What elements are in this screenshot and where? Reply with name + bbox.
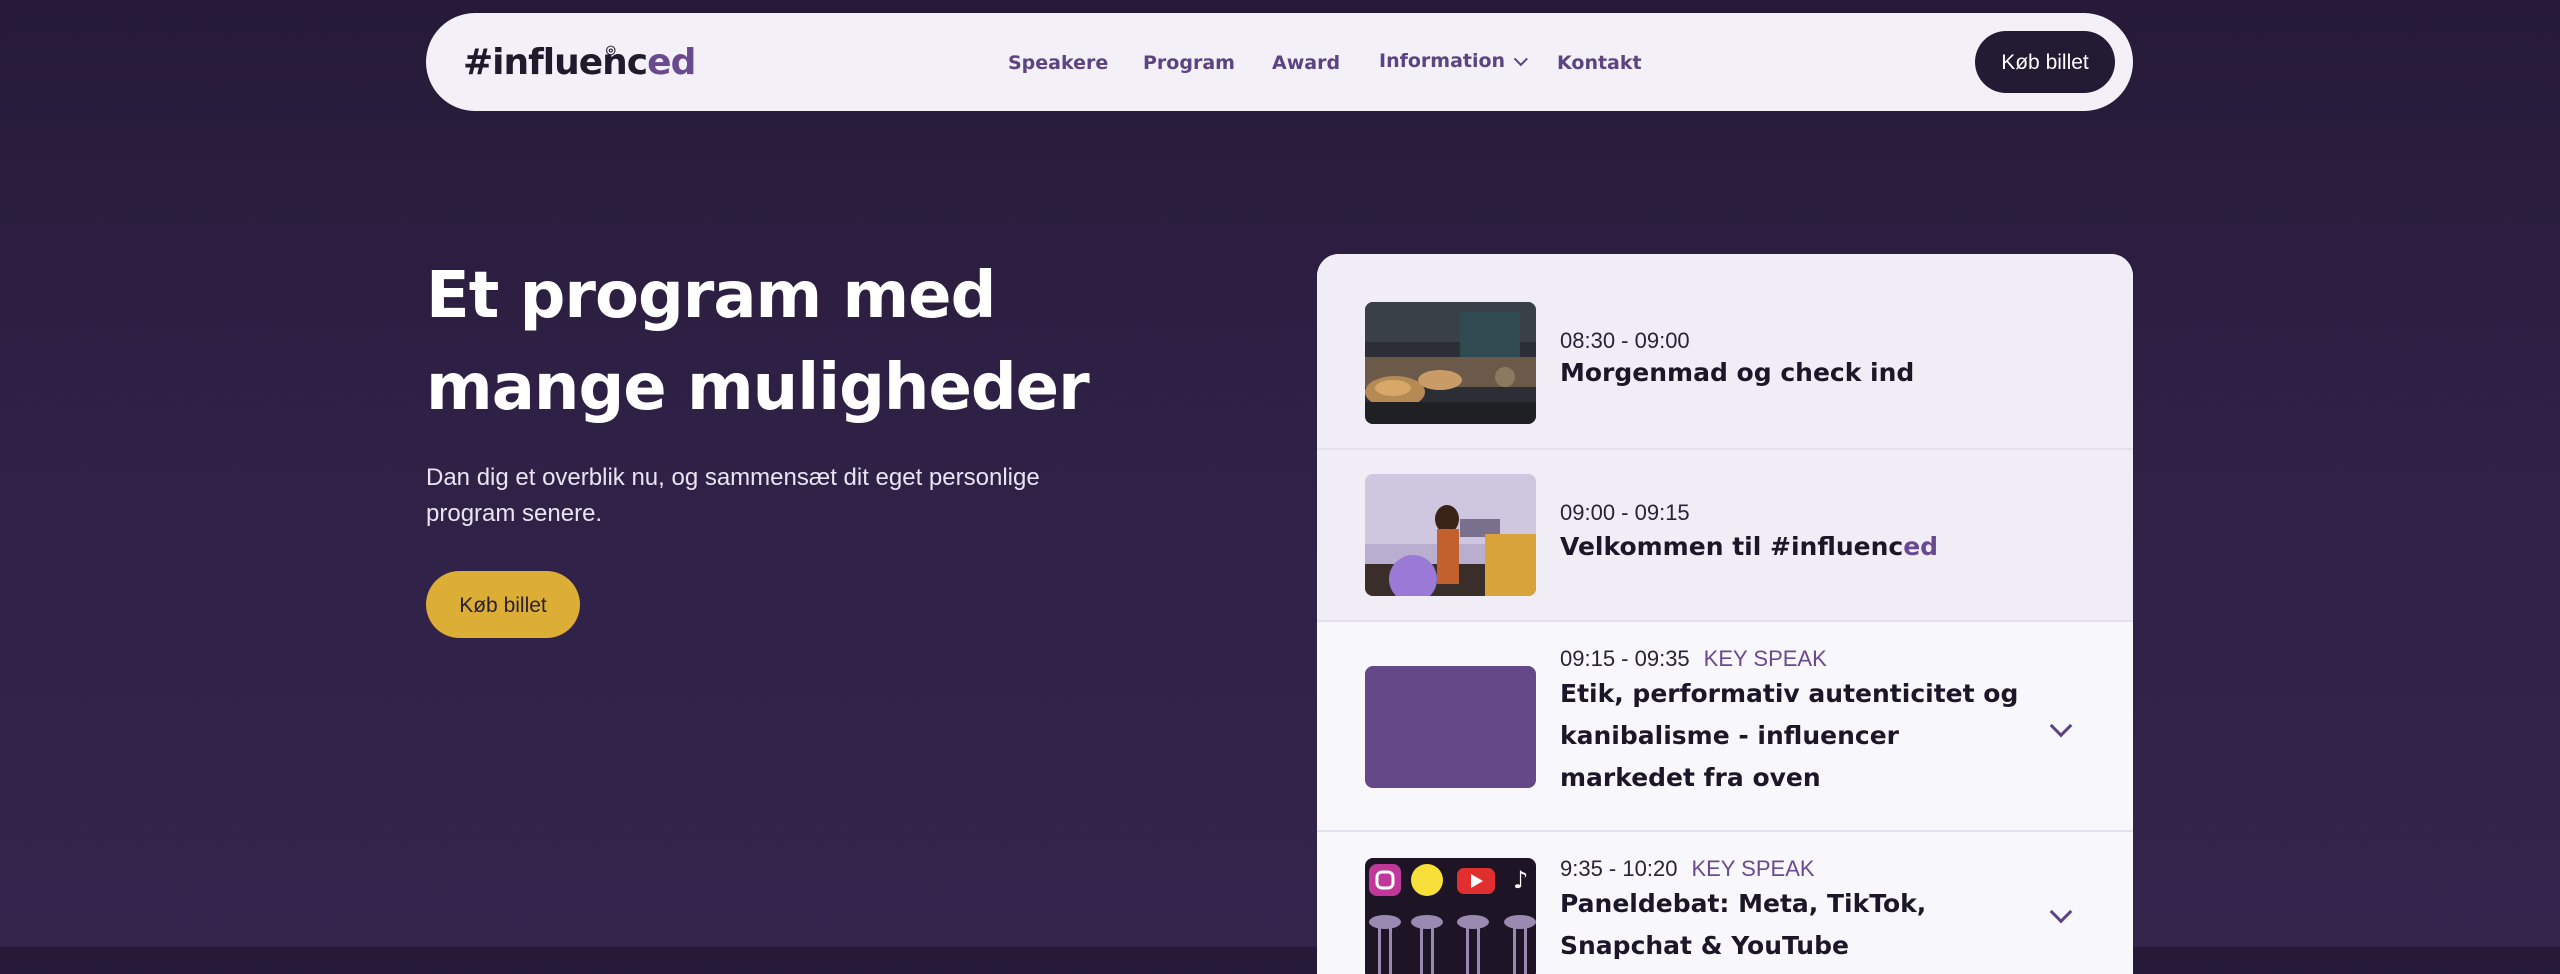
speaker-placeholder-image bbox=[1365, 666, 1536, 788]
svg-text:♪: ♪ bbox=[1513, 866, 1528, 894]
chevron-down-icon[interactable] bbox=[2049, 714, 2073, 738]
hero-buy-ticket-button[interactable]: Køb billet bbox=[426, 571, 580, 638]
program-title-brand-accent: ed bbox=[1903, 532, 1939, 561]
program-time: 08:30 - 09:00 bbox=[1560, 328, 1690, 353]
program-tag: KEY SPEAK bbox=[1691, 856, 1815, 881]
program-item: 09:00 - 09:15 Velkommen til #influenced bbox=[1317, 450, 2133, 622]
hero-title-line2: mange muligheder bbox=[426, 351, 1090, 425]
program-panel: 08:30 - 09:00 Morgenmad og check ind 09:… bbox=[1317, 254, 2133, 974]
program-time: 09:00 - 09:15 bbox=[1560, 500, 1690, 525]
chevron-down-icon[interactable] bbox=[2049, 900, 2073, 924]
chevron-down-icon bbox=[1513, 52, 1528, 67]
program-item-expandable[interactable]: ♪ 9:35 - 10:20 KEY SPEAK Paneldebat: Meta… bbox=[1317, 832, 2133, 974]
program-time: 9:35 - 10:20 KEY SPEAK bbox=[1560, 856, 1815, 882]
hero-title: Et program med mange muligheder bbox=[426, 250, 1126, 434]
program-title: Morgenmad og check ind bbox=[1560, 358, 1915, 387]
nav-award[interactable]: Award bbox=[1272, 51, 1340, 75]
program-title: Etik, performativ autenticitet og kaniba… bbox=[1560, 679, 2019, 792]
hero-subtitle: Dan dig et overblik nu, og sammensæt dit… bbox=[426, 464, 1040, 527]
nav-speakere[interactable]: Speakere bbox=[1008, 51, 1108, 75]
program-time-text: 9:35 - 10:20 bbox=[1560, 856, 1678, 881]
logo-pin-icon: ⌾ bbox=[606, 41, 616, 60]
top-navbar: #influenced ⌾ Speakere Program Award Inf… bbox=[426, 13, 2133, 111]
hero-title-line1: Et program med bbox=[426, 259, 996, 333]
nav-kontakt[interactable]: Kontakt bbox=[1557, 51, 1642, 75]
program-title: Velkommen til #influenced bbox=[1560, 526, 2030, 568]
nav-program[interactable]: Program bbox=[1143, 51, 1235, 75]
program-title-text: Velkommen til bbox=[1560, 532, 1770, 561]
nav-information[interactable]: Information bbox=[1379, 49, 1528, 73]
program-item-expandable[interactable]: 09:15 - 09:35 KEY SPEAK Etik, performativ… bbox=[1317, 622, 2133, 832]
welcome-image bbox=[1365, 474, 1536, 596]
program-title: Paneldebat: Meta, TikTok, Snapchat & You… bbox=[1560, 889, 1927, 960]
program-title-brand: #influenc bbox=[1770, 532, 1904, 561]
logo-text: #influenc bbox=[463, 42, 648, 83]
panel-debate-image: ♪ bbox=[1365, 858, 1536, 974]
breakfast-image bbox=[1365, 302, 1536, 424]
program-tag: KEY SPEAK bbox=[1703, 646, 1827, 671]
logo-accent: ed bbox=[647, 42, 696, 83]
site-logo[interactable]: #influenced ⌾ bbox=[463, 41, 696, 85]
program-time-text: 09:15 - 09:35 bbox=[1560, 646, 1690, 671]
nav-information-label: Information bbox=[1379, 50, 1506, 72]
program-time: 09:15 - 09:35 KEY SPEAK bbox=[1560, 646, 1827, 672]
program-item: 08:30 - 09:00 Morgenmad og check ind bbox=[1317, 254, 2133, 450]
buy-ticket-button[interactable]: Køb billet bbox=[1975, 31, 2115, 93]
